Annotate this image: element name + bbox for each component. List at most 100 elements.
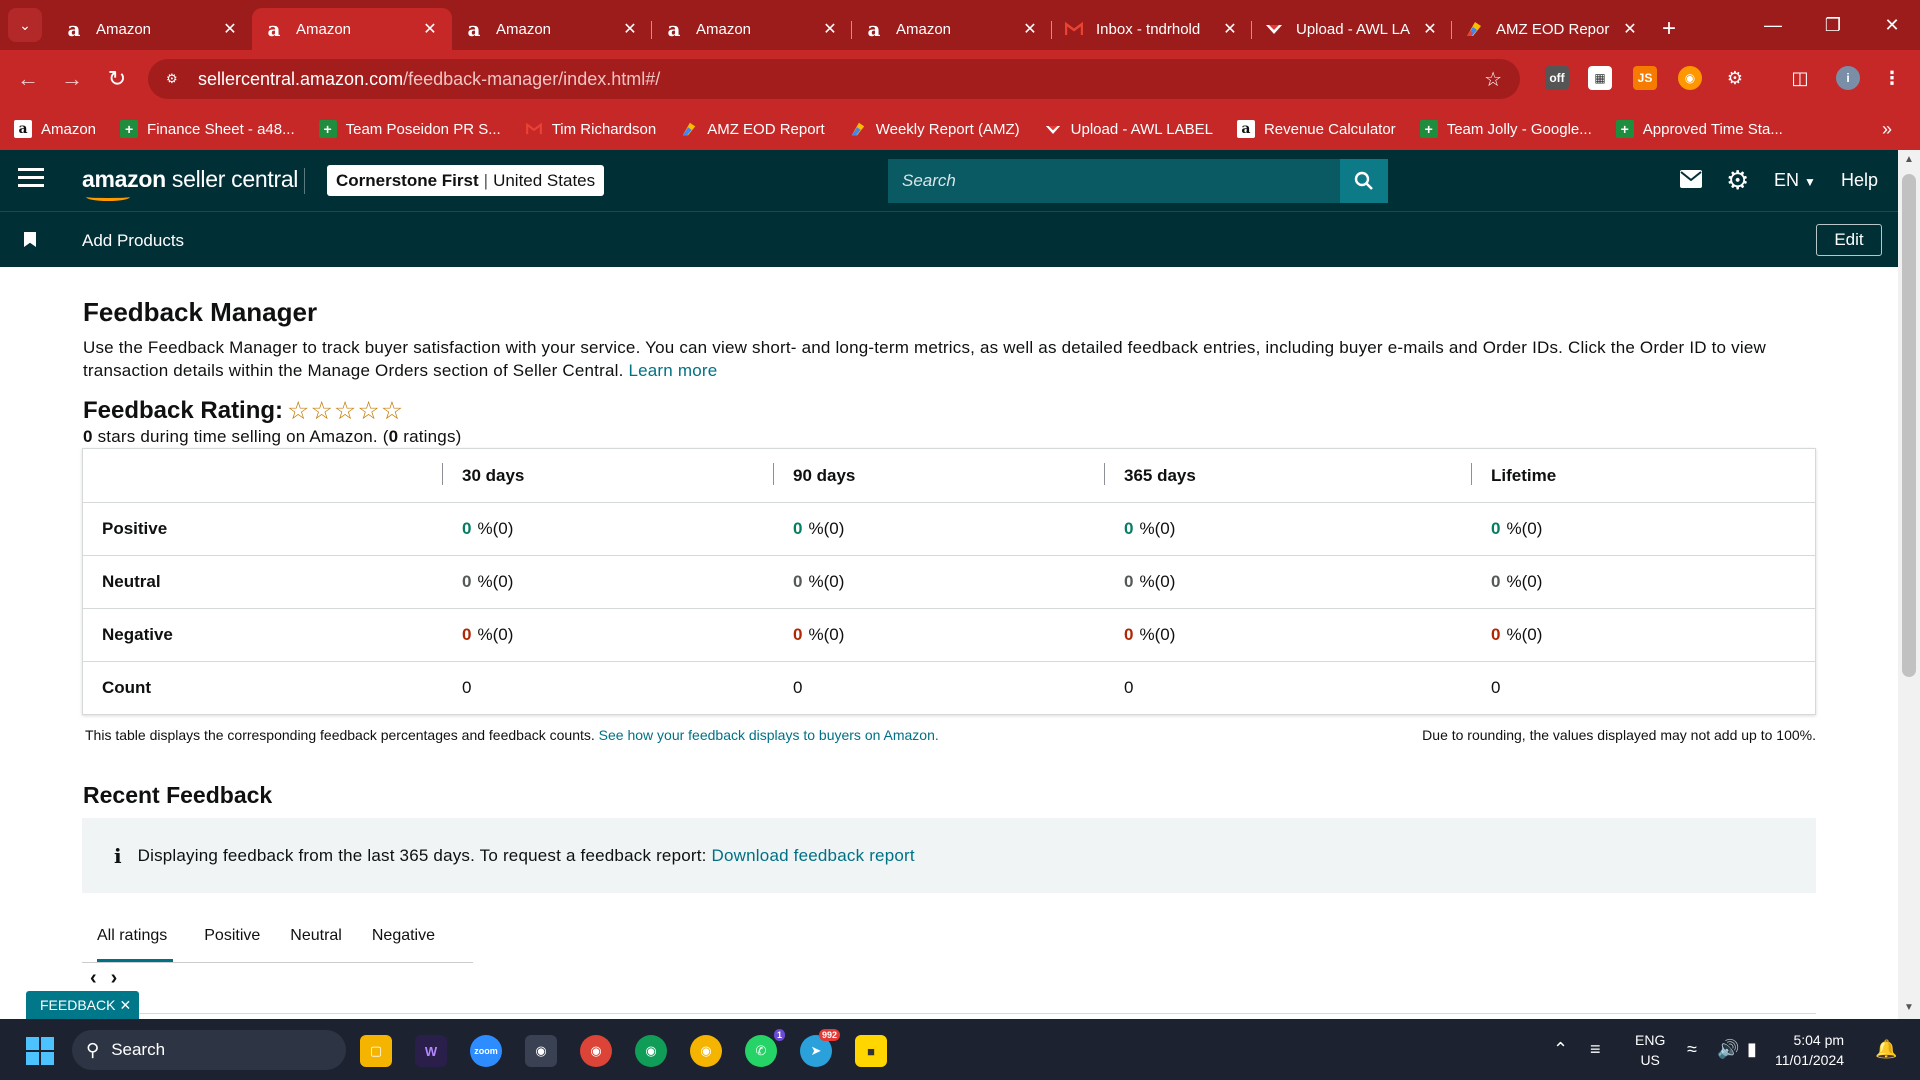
tray-settings-icon[interactable]: ≡ bbox=[1590, 1019, 1601, 1080]
wifi-icon[interactable]: ≈ bbox=[1687, 1019, 1697, 1080]
download-report-link[interactable]: Download feedback report bbox=[712, 846, 915, 865]
tab-search-button[interactable]: ⌄ bbox=[8, 8, 42, 42]
bookmark-item[interactable]: + Approved Time Sta... bbox=[1615, 120, 1783, 138]
browser-tab[interactable]: a Amazon ✕ bbox=[652, 8, 852, 50]
learn-more-link[interactable]: Learn more bbox=[628, 361, 717, 380]
minimize-icon[interactable]: — bbox=[1745, 0, 1801, 50]
app-w-icon[interactable]: W bbox=[415, 1035, 447, 1067]
close-icon[interactable]: ✕ bbox=[1220, 19, 1240, 39]
bookmark-item[interactable]: + Finance Sheet - a48... bbox=[120, 120, 295, 138]
tab-negative[interactable]: Negative bbox=[357, 909, 450, 962]
extension-off-icon[interactable]: off bbox=[1545, 66, 1569, 90]
chrome-icon[interactable]: ◉ bbox=[580, 1035, 612, 1067]
windows-start-icon[interactable] bbox=[26, 1037, 54, 1065]
page-scrollbar[interactable]: ▲ ▼ bbox=[1898, 150, 1920, 1019]
close-icon[interactable]: ✕ bbox=[220, 19, 240, 39]
bookmark-item[interactable]: Tim Richardson bbox=[525, 120, 656, 138]
settings-gear-icon[interactable]: ⚙ bbox=[1726, 165, 1749, 196]
window-close-icon[interactable]: ✕ bbox=[1864, 0, 1920, 50]
scroll-up-icon[interactable]: ▲ bbox=[1898, 154, 1920, 165]
side-panel-icon[interactable]: ◫ bbox=[1788, 66, 1812, 90]
edit-button[interactable]: Edit bbox=[1816, 224, 1882, 256]
add-products-link[interactable]: Add Products bbox=[82, 231, 184, 251]
tab-title: Amazon bbox=[896, 20, 952, 38]
hamburger-menu-icon[interactable] bbox=[18, 168, 44, 192]
url-text[interactable]: sellercentral.amazon.com/feedback-manage… bbox=[198, 69, 660, 90]
close-icon[interactable]: ✕ bbox=[119, 997, 131, 1014]
bookmark-item[interactable]: Upload - AWL LABEL bbox=[1044, 120, 1213, 138]
language-indicator[interactable]: ENG US bbox=[1635, 1030, 1665, 1070]
close-icon[interactable]: ✕ bbox=[1020, 19, 1040, 39]
close-icon[interactable]: ✕ bbox=[620, 19, 640, 39]
file-explorer-icon[interactable]: ▢ bbox=[360, 1035, 392, 1067]
tab-all-ratings[interactable]: All ratings bbox=[82, 909, 174, 962]
chevron-right-icon[interactable]: › bbox=[111, 967, 118, 990]
chrome-icon[interactable]: ◉ bbox=[690, 1035, 722, 1067]
new-tab-button[interactable]: + bbox=[1652, 8, 1686, 50]
back-icon[interactable]: ← bbox=[12, 63, 44, 95]
search-input[interactable] bbox=[888, 171, 1340, 191]
feedback-widget-button[interactable]: FEEDBACK ✕ bbox=[26, 991, 140, 1019]
taskbar-clock[interactable]: 5:04 pm 11/01/2024 bbox=[1775, 1030, 1844, 1070]
whatsapp-icon[interactable]: ✆ 1 bbox=[745, 1029, 785, 1067]
mail-icon[interactable] bbox=[1680, 168, 1702, 194]
zoom-icon[interactable]: zoom bbox=[470, 1035, 502, 1067]
forward-icon[interactable]: → bbox=[56, 63, 88, 95]
bookmark-icon[interactable] bbox=[24, 232, 36, 247]
scrollbar-thumb[interactable] bbox=[1902, 174, 1916, 677]
close-icon[interactable]: ✕ bbox=[1420, 19, 1440, 39]
chrome-profile-icon[interactable]: ◉ bbox=[525, 1035, 557, 1067]
browser-tab[interactable]: a Amazon ✕ bbox=[852, 8, 1052, 50]
color-picker-icon[interactable]: ◉ bbox=[1678, 66, 1702, 90]
browser-tab-active[interactable]: a Amazon ✕ bbox=[252, 8, 452, 50]
bookmark-item[interactable]: Weekly Report (AMZ) bbox=[849, 120, 1020, 138]
qr-code-icon[interactable]: ▦ bbox=[1588, 66, 1612, 90]
help-link[interactable]: Help bbox=[1841, 170, 1878, 191]
search-button[interactable] bbox=[1340, 159, 1388, 203]
extensions-puzzle-icon[interactable]: ⚙ bbox=[1723, 66, 1747, 90]
address-bar[interactable]: ⚙ sellercentral.amazon.com/feedback-mana… bbox=[148, 59, 1520, 99]
browser-tab[interactable]: a Amazon ✕ bbox=[452, 8, 652, 50]
close-icon[interactable]: ✕ bbox=[1620, 19, 1640, 39]
column-header: 90 days bbox=[773, 449, 1104, 502]
seller-central-logo[interactable]: amazon seller central bbox=[82, 166, 298, 201]
sticky-notes-icon[interactable]: ■ bbox=[855, 1035, 887, 1067]
tab-neutral[interactable]: Neutral bbox=[275, 909, 357, 962]
divider bbox=[138, 1013, 1816, 1014]
restore-icon[interactable]: ❐ bbox=[1805, 0, 1861, 50]
browser-tab[interactable]: Inbox - tndrhold ✕ bbox=[1052, 8, 1252, 50]
bookmark-item[interactable]: a Amazon bbox=[14, 120, 96, 138]
bookmark-item[interactable]: + Team Poseidon PR S... bbox=[318, 120, 501, 138]
more-bookmarks-icon[interactable]: » bbox=[1882, 119, 1892, 140]
notification-bell-icon[interactable]: 🔔 bbox=[1875, 1019, 1897, 1080]
profile-avatar[interactable]: i bbox=[1836, 66, 1860, 90]
reload-icon[interactable]: ↻ bbox=[101, 63, 133, 95]
bookmark-item[interactable]: + Team Jolly - Google... bbox=[1419, 120, 1592, 138]
chrome-icon[interactable]: ◉ bbox=[635, 1035, 667, 1067]
browser-tab[interactable]: a Amazon ✕ bbox=[52, 8, 252, 50]
language-selector[interactable]: EN ▼ bbox=[1774, 170, 1816, 191]
tab-positive[interactable]: Positive bbox=[189, 909, 275, 962]
site-info-icon[interactable]: ⚙ bbox=[166, 71, 184, 87]
feedback-display-link[interactable]: See how your feedback displays to buyers… bbox=[599, 727, 939, 743]
neutral-value: 0 bbox=[462, 572, 472, 591]
bookmark-item[interactable]: a Revenue Calculator bbox=[1236, 120, 1396, 138]
browser-tab[interactable]: Upload - AWL LA ✕ bbox=[1252, 8, 1452, 50]
taskbar-search[interactable]: ⚲ Search bbox=[72, 1030, 346, 1070]
chevron-left-icon[interactable]: ‹ bbox=[90, 967, 97, 990]
table-cell: 0 %(0) bbox=[1104, 503, 1471, 555]
scroll-down-icon[interactable]: ▼ bbox=[1898, 1002, 1920, 1013]
browser-tab[interactable]: AMZ EOD Repor ✕ bbox=[1452, 8, 1652, 50]
battery-icon[interactable]: ▮ bbox=[1747, 1019, 1757, 1080]
close-icon[interactable]: ✕ bbox=[420, 19, 440, 39]
close-icon[interactable]: ✕ bbox=[820, 19, 840, 39]
js-extension-icon[interactable]: JS bbox=[1633, 66, 1657, 90]
browser-menu-icon[interactable]: ⋮ bbox=[1880, 66, 1904, 90]
notification-badge: 992 bbox=[818, 1029, 840, 1041]
volume-icon[interactable]: 🔊 bbox=[1717, 1019, 1739, 1080]
bookmark-item[interactable]: AMZ EOD Report bbox=[680, 120, 825, 138]
tray-chevron-up-icon[interactable]: ⌃ bbox=[1553, 1019, 1568, 1080]
telegram-icon[interactable]: ➤ 992 bbox=[800, 1029, 840, 1067]
bookmark-star-icon[interactable]: ☆ bbox=[1484, 67, 1502, 92]
store-switcher[interactable]: Cornerstone First | United States bbox=[327, 165, 605, 196]
